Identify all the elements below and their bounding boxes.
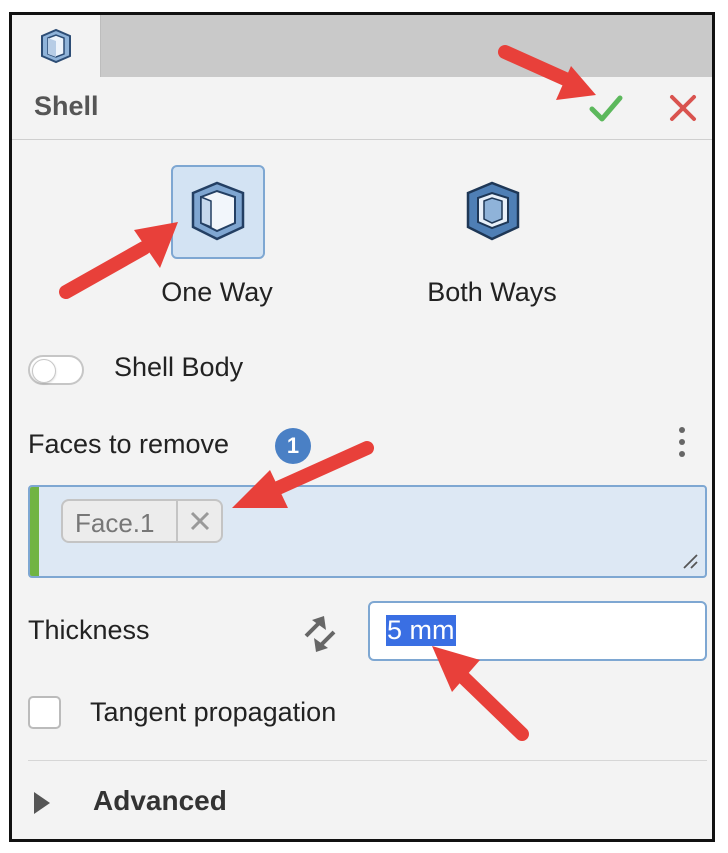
faces-count-badge: 1 [275,428,311,464]
shell-feature-panel: Shell One Way Both Ways Shell Body Faces… [9,12,715,842]
advanced-section-label[interactable]: Advanced [93,785,227,817]
one-way-label: One Way [161,277,273,307]
confirm-check-icon[interactable] [587,89,625,127]
thickness-input[interactable]: 5 mm [368,601,707,661]
both-ways-button[interactable] [446,165,540,259]
thickness-value: 5 mm [386,615,456,646]
expand-caret-icon[interactable] [34,792,50,814]
mode-one-way[interactable]: One Way [127,165,307,325]
thickness-label: Thickness [28,615,150,645]
one-way-button[interactable] [171,165,265,259]
selection-valid-bar [30,487,39,576]
divider [28,760,707,761]
shell-feature-icon [41,28,71,64]
tab-bar [12,15,712,77]
remove-face-icon[interactable] [185,506,215,536]
resize-grip-icon[interactable] [681,552,699,570]
mode-both-ways[interactable]: Both Ways [402,165,582,325]
flip-direction-icon[interactable] [298,612,342,656]
face-chip-label: Face.1 [75,508,155,538]
tangent-propagation-checkbox[interactable] [28,696,61,729]
tab-shell[interactable] [12,15,101,77]
panel-title: Shell [34,91,99,121]
toggle-knob [32,359,56,383]
both-ways-shell-icon [466,181,520,241]
more-options-icon[interactable] [672,427,692,467]
one-way-shell-icon [191,181,245,241]
panel-header: Shell [12,77,712,140]
cancel-close-icon[interactable] [666,91,700,125]
faces-to-remove-label: Faces to remove [28,429,230,459]
face-chip[interactable]: Face.1 [61,499,223,543]
both-ways-label: Both Ways [427,277,557,307]
shell-body-label: Shell Body [114,352,244,382]
tangent-propagation-label: Tangent propagation [90,697,337,727]
shell-body-toggle[interactable] [28,355,84,385]
faces-selection-field[interactable]: Face.1 [28,485,707,578]
